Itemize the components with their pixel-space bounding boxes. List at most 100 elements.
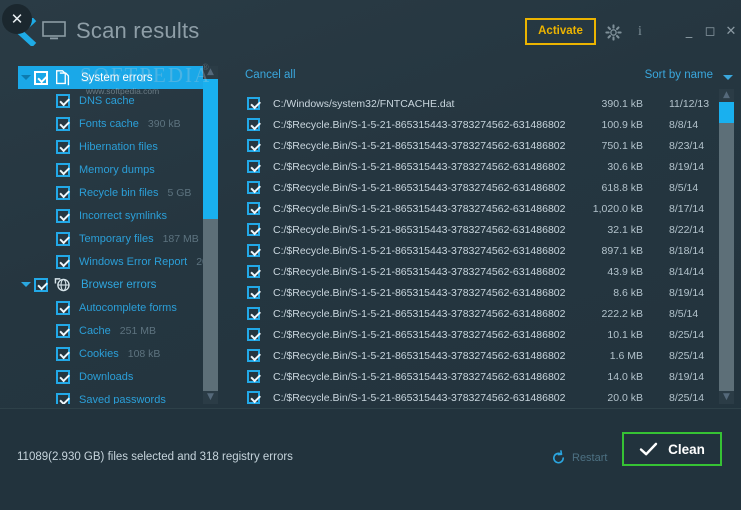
clean-button[interactable]: Clean xyxy=(622,432,722,466)
activate-button[interactable]: Activate xyxy=(525,18,596,45)
caret-down-icon[interactable] xyxy=(18,273,34,296)
tree-item-size: 251 MB xyxy=(120,325,156,337)
tree-item-autocomplete-forms[interactable]: Autocomplete forms xyxy=(18,296,218,319)
item-checkbox[interactable] xyxy=(56,117,70,131)
file-size: 43.9 kB xyxy=(565,266,643,278)
item-checkbox[interactable] xyxy=(56,393,70,405)
file-checkbox[interactable] xyxy=(247,244,260,257)
file-row[interactable]: C:/$Recycle.Bin/S-1-5-21-865315443-37832… xyxy=(243,303,713,324)
file-checkbox[interactable] xyxy=(247,139,260,152)
item-checkbox[interactable] xyxy=(56,140,70,154)
file-row[interactable]: C:/$Recycle.Bin/S-1-5-21-865315443-37832… xyxy=(243,219,713,240)
tree-item-size: 108 kB xyxy=(128,348,161,360)
tree-item-label: Windows Error Report xyxy=(79,256,187,268)
tree-scroll-thumb[interactable] xyxy=(203,79,218,219)
scroll-down-icon[interactable]: ▼ xyxy=(203,391,218,404)
file-checkbox[interactable] xyxy=(247,160,260,173)
tree-scrollbar[interactable]: ▲ ▼ xyxy=(203,66,218,404)
file-checkbox[interactable] xyxy=(247,307,260,320)
file-checkbox[interactable] xyxy=(247,286,260,299)
scroll-up-icon[interactable]: ▲ xyxy=(203,66,218,79)
file-size: 222.2 kB xyxy=(565,308,643,320)
item-checkbox[interactable] xyxy=(56,186,70,200)
caret-down-icon[interactable] xyxy=(18,66,34,89)
file-date: 8/22/14 xyxy=(643,224,713,236)
file-date: 8/17/14 xyxy=(643,203,713,215)
file-row[interactable]: C:/$Recycle.Bin/S-1-5-21-865315443-37832… xyxy=(243,114,713,135)
info-icon[interactable]: i xyxy=(633,24,647,40)
file-row[interactable]: C:/$Recycle.Bin/S-1-5-21-865315443-37832… xyxy=(243,135,713,156)
file-checkbox[interactable] xyxy=(247,391,260,404)
tree-item-dns-cache[interactable]: DNS cache xyxy=(18,89,218,112)
file-checkbox[interactable] xyxy=(247,118,260,131)
tree-item-fonts-cache[interactable]: Fonts cache390 kB xyxy=(18,112,218,135)
category-tree[interactable]: System errorsDNS cacheFonts cache390 kBH… xyxy=(18,66,218,404)
tree-group-browser-errors[interactable]: Browser errors xyxy=(18,273,218,296)
file-row[interactable]: C:/$Recycle.Bin/S-1-5-21-865315443-37832… xyxy=(243,177,713,198)
tree-item-label: Cache xyxy=(79,325,111,337)
item-checkbox[interactable] xyxy=(56,255,70,269)
item-checkbox[interactable] xyxy=(56,324,70,338)
scroll-up-icon[interactable]: ▲ xyxy=(719,89,734,102)
restart-button[interactable]: Restart xyxy=(551,450,607,466)
scroll-down-icon[interactable]: ▼ xyxy=(719,391,734,404)
tree-group-system-errors[interactable]: System errors xyxy=(18,66,218,89)
file-checkbox[interactable] xyxy=(247,370,260,383)
file-path: C:/$Recycle.Bin/S-1-5-21-865315443-37832… xyxy=(273,140,565,152)
file-size: 32.1 kB xyxy=(565,224,643,236)
file-size: 1,020.0 kB xyxy=(565,203,643,215)
item-checkbox[interactable] xyxy=(56,347,70,361)
file-row[interactable]: C:/$Recycle.Bin/S-1-5-21-865315443-37832… xyxy=(243,366,713,387)
overlay-close-button[interactable]: ✕ xyxy=(2,4,32,34)
list-scroll-track[interactable] xyxy=(719,102,734,391)
file-checkbox[interactable] xyxy=(247,97,260,110)
file-checkbox[interactable] xyxy=(247,265,260,278)
tree-item-label: Autocomplete forms xyxy=(79,302,177,314)
file-checkbox[interactable] xyxy=(247,181,260,194)
file-checkbox[interactable] xyxy=(247,202,260,215)
list-scroll-thumb[interactable] xyxy=(719,102,734,123)
file-row[interactable]: C:/$Recycle.Bin/S-1-5-21-865315443-37832… xyxy=(243,240,713,261)
file-row[interactable]: C:/$Recycle.Bin/S-1-5-21-865315443-37832… xyxy=(243,345,713,366)
tree-item-incorrect-symlinks[interactable]: Incorrect symlinks xyxy=(18,204,218,227)
item-checkbox[interactable] xyxy=(56,94,70,108)
file-size: 618.8 kB xyxy=(565,182,643,194)
tree-item-cache[interactable]: Cache 251 MB xyxy=(18,319,218,342)
gear-icon[interactable] xyxy=(604,24,622,44)
file-row[interactable]: C:/Windows/system32/FNTCACHE.dat390.1 kB… xyxy=(243,93,713,114)
tree-item-windows-error-report[interactable]: Windows Error Report20 MB xyxy=(18,250,218,273)
item-checkbox[interactable] xyxy=(56,209,70,223)
group-checkbox[interactable] xyxy=(34,71,48,85)
sort-by-button[interactable]: Sort by name xyxy=(645,69,713,81)
close-icon[interactable]: ✕ xyxy=(723,25,739,41)
chevron-down-icon[interactable] xyxy=(723,75,733,80)
file-row[interactable]: C:/$Recycle.Bin/S-1-5-21-865315443-37832… xyxy=(243,156,713,177)
file-row[interactable]: C:/$Recycle.Bin/S-1-5-21-865315443-37832… xyxy=(243,261,713,282)
file-checkbox[interactable] xyxy=(247,349,260,362)
tree-item-recycle-bin-files[interactable]: Recycle bin files5 GB xyxy=(18,181,218,204)
tree-item-temporary-files[interactable]: Temporary files187 MB xyxy=(18,227,218,250)
file-list[interactable]: C:/Windows/system32/FNTCACHE.dat390.1 kB… xyxy=(243,93,713,404)
tree-item-memory-dumps[interactable]: Memory dumps xyxy=(18,158,218,181)
tree-item-cookies[interactable]: Cookies108 kB xyxy=(18,342,218,365)
item-checkbox[interactable] xyxy=(56,370,70,384)
tree-item-hibernation-files[interactable]: Hibernation files xyxy=(18,135,218,158)
tree-item-saved-passwords[interactable]: Saved passwords xyxy=(18,388,218,404)
group-checkbox[interactable] xyxy=(34,278,48,292)
item-checkbox[interactable] xyxy=(56,163,70,177)
minimize-icon[interactable]: _ xyxy=(681,25,697,41)
file-row[interactable]: C:/$Recycle.Bin/S-1-5-21-865315443-37832… xyxy=(243,387,713,404)
file-list-scrollbar[interactable]: ▲ ▼ xyxy=(719,89,734,404)
maximize-icon[interactable]: ◻ xyxy=(702,25,718,41)
file-date: 8/25/14 xyxy=(643,392,713,404)
tree-item-downloads[interactable]: Downloads xyxy=(18,365,218,388)
file-checkbox[interactable] xyxy=(247,223,260,236)
file-row[interactable]: C:/$Recycle.Bin/S-1-5-21-865315443-37832… xyxy=(243,198,713,219)
item-checkbox[interactable] xyxy=(56,301,70,315)
file-row[interactable]: C:/$Recycle.Bin/S-1-5-21-865315443-37832… xyxy=(243,324,713,345)
tree-scroll-track[interactable] xyxy=(203,79,218,391)
item-checkbox[interactable] xyxy=(56,232,70,246)
file-checkbox[interactable] xyxy=(247,328,260,341)
file-row[interactable]: C:/$Recycle.Bin/S-1-5-21-865315443-37832… xyxy=(243,282,713,303)
cancel-all-button[interactable]: Cancel all xyxy=(245,69,296,81)
